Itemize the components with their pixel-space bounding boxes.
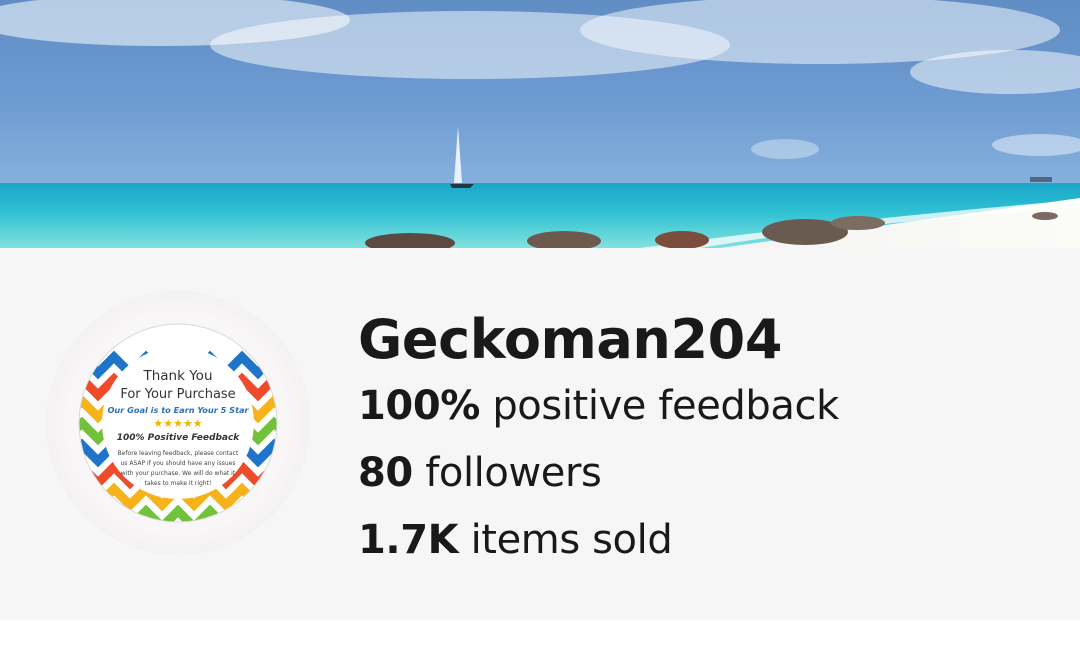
items-sold-value: 1.7K <box>358 517 459 563</box>
badge-thank-you-text: Thank You <box>142 368 212 384</box>
badge-small-text-4: takes to make it right! <box>145 480 212 487</box>
followers-value: 80 <box>358 450 413 496</box>
badge-positive-feedback-text: 100% Positive Feedback <box>117 433 241 443</box>
store-avatar[interactable]: Thank You For Your Purchase Our Goal is … <box>46 291 310 555</box>
store-name[interactable]: Geckoman204 <box>358 307 1048 373</box>
beach-banner-illustration <box>0 0 1080 248</box>
badge-small-text-2: us ASAP if you should have any issues <box>121 460 236 467</box>
followers-stat[interactable]: 80 followers <box>358 440 1048 507</box>
page-bottom-area <box>0 620 1080 660</box>
thank-you-badge-image: Thank You For Your Purchase Our Goal is … <box>78 323 278 523</box>
seller-info: Geckoman204 100% positive feedback 80 fo… <box>358 307 1048 574</box>
feedback-value: 100% <box>358 383 480 429</box>
items-sold-stat[interactable]: 1.7K items sold <box>358 507 1048 574</box>
items-sold-label: items sold <box>470 517 673 563</box>
store-banner-image <box>0 0 1080 248</box>
badge-small-text-1: Before leaving feedback, please contact <box>118 450 239 457</box>
badge-stars: ★★★★★ <box>153 417 202 430</box>
followers-label: followers <box>425 450 602 496</box>
feedback-label: positive feedback <box>492 383 839 429</box>
badge-purchase-text: For Your Purchase <box>120 387 235 402</box>
seller-profile-page: Thank You For Your Purchase Our Goal is … <box>0 0 1080 660</box>
badge-goal-text: Our Goal is to Earn Your 5 Star <box>107 405 249 415</box>
badge-small-text-3: with your purchase. We will do what it <box>121 470 236 477</box>
feedback-stat[interactable]: 100% positive feedback <box>358 373 1048 440</box>
